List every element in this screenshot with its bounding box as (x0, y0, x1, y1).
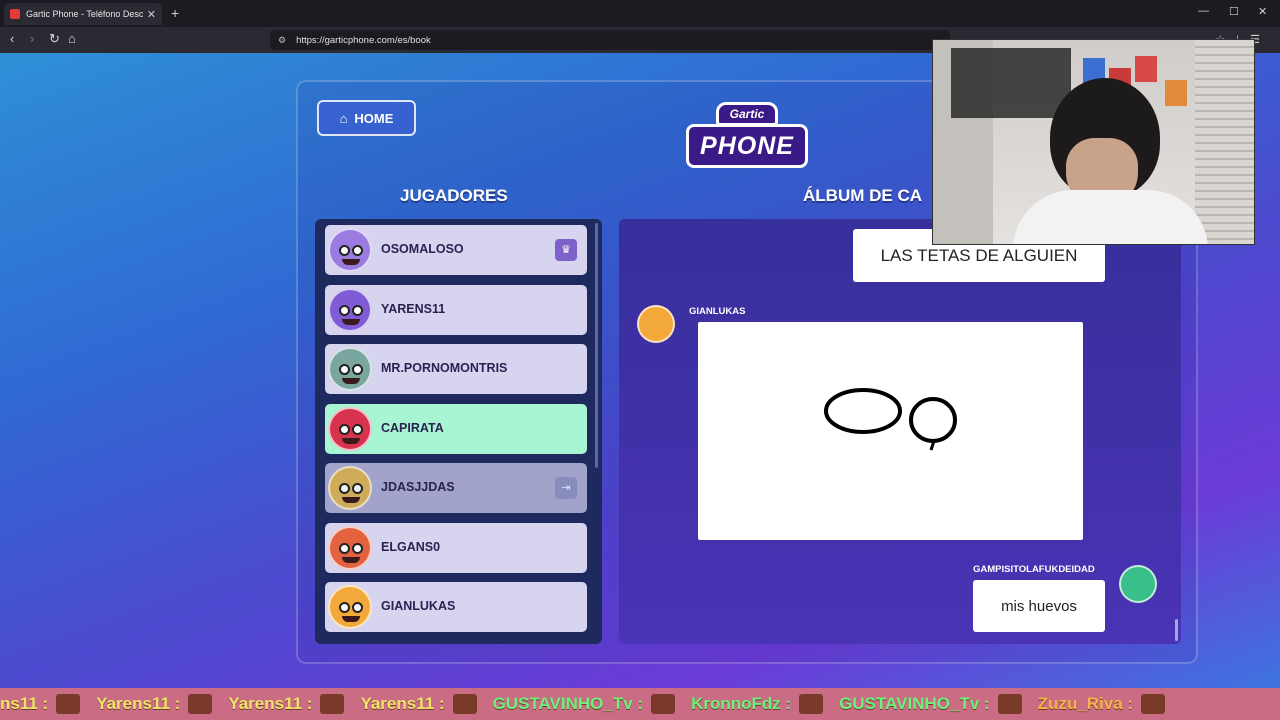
drawing-canvas (698, 322, 1083, 540)
ticker-user: ns11 : (0, 694, 49, 713)
player-name: ELGANS0 (381, 540, 441, 554)
address-bar[interactable]: ⚙ https://garticphone.com/es/book (270, 30, 950, 50)
ticker-user: Zuzu_Riva : (1037, 694, 1134, 713)
chat-ticker: ns11 : Yarens11 : Yarens11 : Yarens11 : … (0, 688, 1280, 720)
minimize-icon[interactable]: — (1198, 5, 1209, 17)
answer-bubble: mis huevos (973, 580, 1105, 632)
drawing-author-avatar (637, 305, 675, 343)
home-browser-icon[interactable]: ⌂ (68, 32, 76, 46)
players-scrollbar[interactable] (595, 223, 598, 468)
emote-icon (997, 694, 1022, 714)
home-button[interactable]: ⌂ HOME (317, 100, 416, 136)
gartic-phone-logo: Gartic PHONE (686, 98, 808, 174)
player-avatar (328, 407, 372, 451)
player-avatar (328, 347, 372, 391)
album-panel: LAS TETAS DE ALGUIEN GIANLUKAS GAMPISITO… (619, 219, 1181, 644)
drawing-author-name: GIANLUKAS (689, 306, 746, 317)
exit-icon: ⇥ (555, 477, 577, 499)
webcam-overlay (932, 39, 1255, 245)
crown-icon: ♛ (555, 239, 577, 261)
emote-icon (56, 694, 81, 714)
back-icon[interactable]: ‹ (10, 32, 14, 46)
player-avatar (328, 526, 372, 570)
browser-tab[interactable]: Gartic Phone - Teléfono Descom ✕ (4, 3, 162, 25)
emote-icon (188, 694, 213, 714)
emote-icon (651, 694, 676, 714)
player-row: GIANLUKAS (325, 582, 587, 632)
browser-tab-bar: Gartic Phone - Teléfono Descom ✕ + — ☐ ✕ (0, 0, 1280, 27)
drawing-strokes (824, 388, 957, 451)
player-name: CAPIRATA (381, 421, 444, 435)
answer-author-name: GAMPISITOLAFUKDEIDAD (973, 564, 1095, 575)
home-icon: ⌂ (339, 110, 348, 126)
player-row-active: CAPIRATA (325, 404, 587, 454)
shelf-image (951, 48, 1071, 118)
tab-title: Gartic Phone - Teléfono Descom (26, 9, 143, 19)
logo-top-text: Gartic (716, 102, 778, 126)
player-avatar (328, 466, 372, 510)
emote-icon (799, 694, 824, 714)
album-scrollbar[interactable] (1175, 619, 1178, 641)
player-name: MR.PORNOMONTRIS (381, 361, 508, 375)
site-info-icon[interactable]: ⚙ (278, 35, 286, 46)
new-tab-icon[interactable]: + (171, 5, 179, 21)
album-title: ÁLBUM DE CA (803, 186, 922, 205)
player-row: JDASJJDAS ⇥ (325, 463, 587, 513)
player-row: ELGANS0 (325, 523, 587, 573)
home-label: HOME (354, 110, 394, 126)
url-text: https://garticphone.com/es/book (296, 34, 431, 46)
ticker-user: Yarens11 : (228, 694, 313, 713)
reload-icon[interactable]: ↻ (49, 32, 60, 46)
player-row: MR.PORNOMONTRIS (325, 344, 587, 394)
close-tab-icon[interactable]: ✕ (147, 8, 156, 21)
ticker-user: Yarens11 : (360, 694, 445, 713)
maximize-icon[interactable]: ☐ (1229, 5, 1239, 18)
ticker-user: KronnoFdz : (691, 694, 792, 713)
player-name: OSOMALOSO (381, 242, 464, 256)
player-avatar (328, 228, 372, 272)
player-avatar (328, 288, 372, 332)
answer-author-avatar (1119, 565, 1157, 603)
player-avatar (328, 585, 372, 629)
players-title: JUGADORES (400, 186, 508, 205)
player-name: GIANLUKAS (381, 599, 456, 613)
ticker-user: Yarens11 : (96, 694, 181, 713)
ticker-user: GUSTAVINHO_Tv : (839, 694, 990, 713)
player-row: YARENS11 (325, 285, 587, 335)
streamer-shirt (1013, 190, 1208, 244)
logo-main-text: PHONE (686, 124, 808, 168)
emote-icon (320, 694, 345, 714)
player-row: OSOMALOSO ♛ (325, 225, 587, 275)
close-window-icon[interactable]: ✕ (1258, 5, 1267, 18)
gartic-favicon-icon (10, 9, 20, 19)
players-list: OSOMALOSO ♛ YARENS11 MR.PORNOMONTRIS CAP… (315, 219, 602, 644)
player-name: JDASJJDAS (381, 480, 455, 494)
emote-icon (452, 694, 477, 714)
forward-icon[interactable]: › (30, 32, 34, 46)
player-name: YARENS11 (381, 302, 446, 316)
emote-icon (1141, 694, 1166, 714)
ticker-user: GUSTAVINHO_Tv : (492, 694, 644, 713)
